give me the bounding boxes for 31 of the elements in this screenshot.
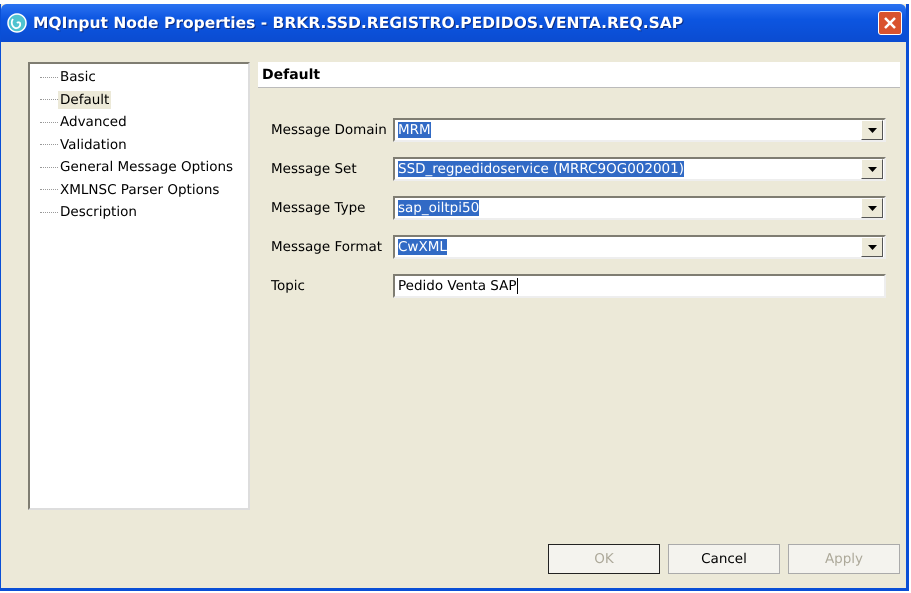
close-icon (883, 16, 897, 30)
field-label: Message Domain (271, 122, 388, 138)
caret-icon (868, 206, 876, 210)
close-button[interactable] (878, 11, 902, 35)
window-title: MQInput Node Properties - BRKR.SSD.REGISTRO.PEDIDOS.VENTA.REQ.SAP (33, 14, 684, 32)
field-label: Message Type (271, 200, 366, 216)
dropdown-button[interactable] (861, 159, 883, 179)
tree-item[interactable]: Validation (58, 136, 129, 154)
dialog-button[interactable]: Cancel (668, 544, 780, 574)
field-label: Message Set (271, 161, 358, 177)
caret-icon (868, 244, 876, 250)
tree-item[interactable]: Basic (58, 68, 98, 86)
dropdown-field[interactable]: SSD_regpedidoservice (MRRC9OG002001) (393, 157, 886, 181)
panel-title: Default (262, 66, 320, 82)
input-field[interactable]: Pedido Venta SAP (393, 274, 886, 298)
field-label: Message Format (271, 239, 384, 255)
spiral-icon (7, 13, 27, 33)
tree-item[interactable]: Advanced (58, 113, 129, 132)
dropdown-button[interactable] (861, 198, 883, 218)
dropdown-field[interactable]: MRM (393, 118, 886, 142)
dropdown-field[interactable]: sap_oiltpi50 (393, 196, 886, 220)
tree-item[interactable]: XMLNSC Parser Options (58, 180, 222, 199)
caret-icon (868, 128, 876, 132)
dropdown-button[interactable] (861, 237, 883, 257)
dropdown-button[interactable] (861, 120, 883, 140)
tree-item[interactable]: Default (58, 90, 112, 109)
dropdown-field[interactable]: CwXML (393, 235, 886, 259)
field-label: Topic (271, 278, 306, 294)
tree-item[interactable]: Description (58, 203, 139, 222)
tree-item[interactable]: General Message Options (58, 158, 236, 176)
caret-icon (868, 166, 876, 172)
